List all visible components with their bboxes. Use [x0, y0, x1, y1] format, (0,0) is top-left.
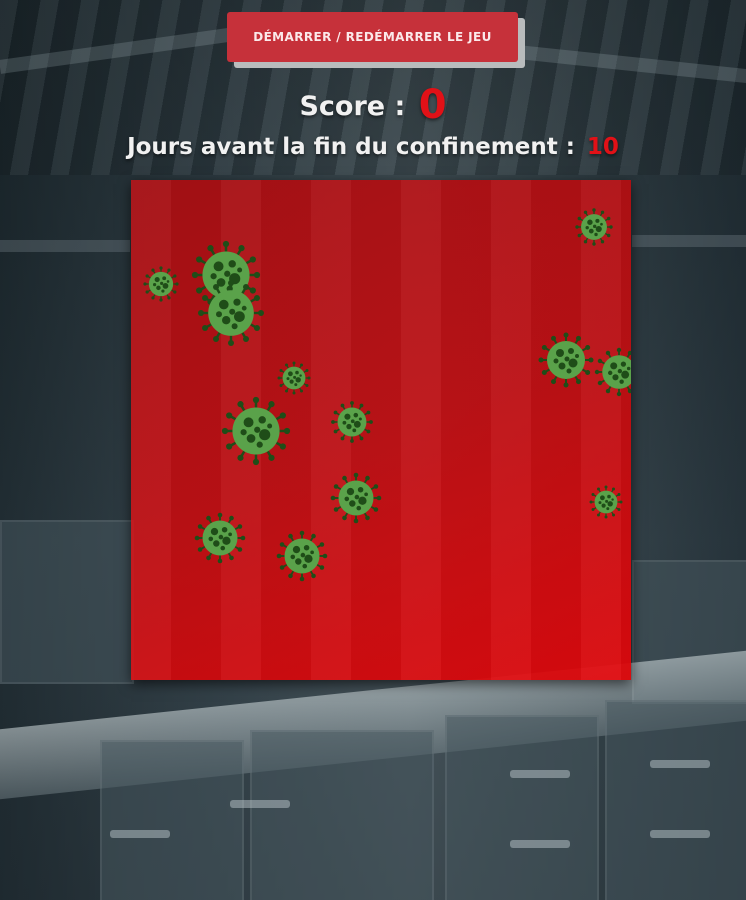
coronavirus-icon[interactable]	[143, 266, 179, 302]
coronavirus-icon[interactable]	[589, 485, 623, 519]
days-remaining-display: Jours avant la fin du confinement : 10	[0, 134, 746, 160]
days-value: 10	[586, 134, 619, 160]
score-value: 0	[418, 82, 447, 128]
coronavirus-icon[interactable]	[277, 361, 311, 395]
days-label: Jours avant la fin du confinement :	[127, 134, 575, 160]
coronavirus-icon[interactable]	[575, 208, 613, 246]
score-display: Score : 0	[0, 82, 746, 128]
coronavirus-icon[interactable]	[330, 472, 382, 524]
coronavirus-icon[interactable]	[194, 512, 246, 564]
coronavirus-icon[interactable]	[198, 280, 264, 346]
game-area[interactable]	[131, 180, 631, 680]
coronavirus-icon[interactable]	[538, 332, 594, 388]
coronavirus-icon[interactable]	[221, 396, 291, 466]
coronavirus-icon[interactable]	[594, 347, 631, 397]
coronavirus-icon[interactable]	[276, 530, 328, 582]
start-restart-button[interactable]: DÉMARRER / REDÉMARRER LE JEU	[227, 12, 518, 62]
score-label: Score :	[299, 91, 406, 122]
coronavirus-icon[interactable]	[331, 401, 373, 443]
